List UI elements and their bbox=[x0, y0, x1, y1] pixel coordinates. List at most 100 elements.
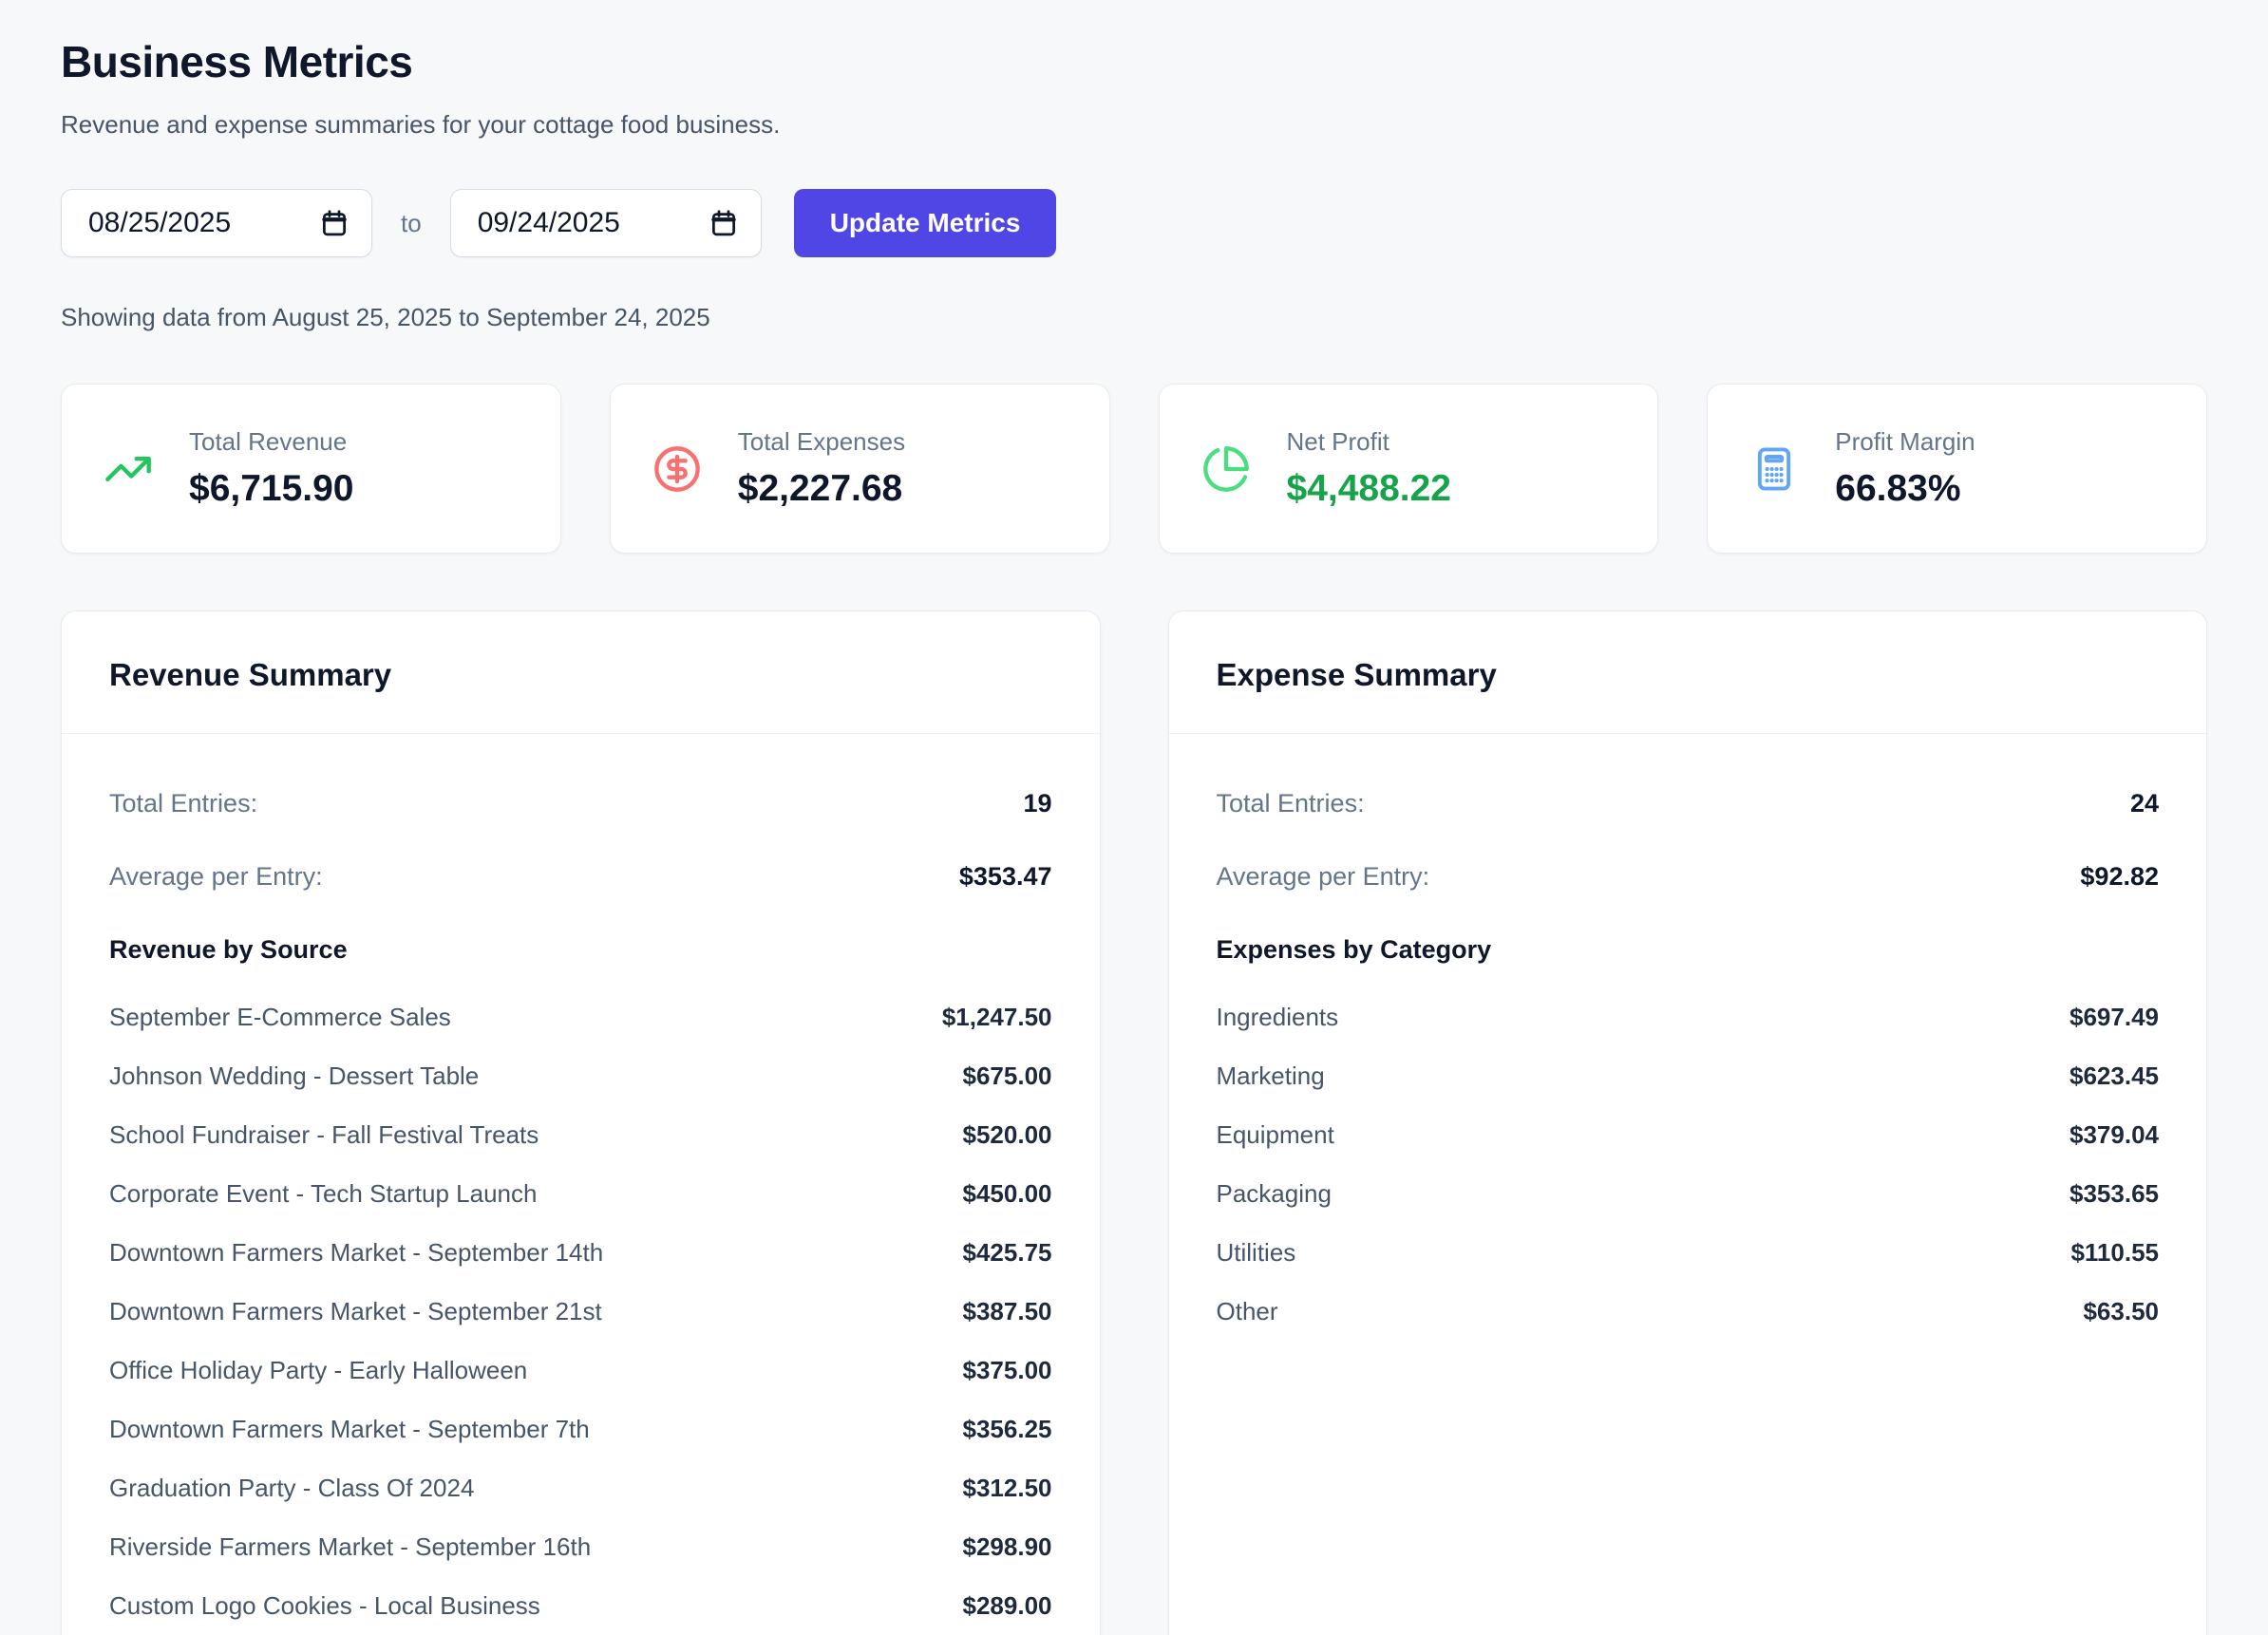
to-label: to bbox=[401, 209, 422, 238]
expenses-by-category-list: Ingredients $697.49 Marketing $623.45 Eq… bbox=[1217, 1003, 2160, 1326]
metric-label: Profit Margin bbox=[1835, 427, 1975, 457]
expense-summary-body: Total Entries: 24 Average per Entry: $92… bbox=[1169, 734, 2207, 1394]
page-title: Business Metrics bbox=[61, 36, 2207, 87]
total-entries-label: Total Entries: bbox=[1217, 789, 1365, 818]
revenue-source-label: Johnson Wedding - Dessert Table bbox=[109, 1062, 479, 1091]
average-per-entry-label: Average per Entry: bbox=[109, 862, 323, 892]
average-per-entry-value: $92.82 bbox=[2080, 862, 2159, 892]
expense-category-row: Other $63.50 bbox=[1217, 1297, 2160, 1326]
calculator-icon bbox=[1749, 444, 1799, 494]
average-per-entry-row: Average per Entry: $92.82 bbox=[1217, 862, 2160, 892]
expense-category-label: Equipment bbox=[1217, 1120, 1334, 1150]
expense-category-value: $697.49 bbox=[2070, 1003, 2159, 1032]
metric-cards-row: Total Revenue $6,715.90 Total Expenses $… bbox=[61, 384, 2207, 554]
revenue-source-value: $298.90 bbox=[963, 1532, 1052, 1562]
metric-value: $2,227.68 bbox=[738, 468, 905, 510]
start-date-field[interactable] bbox=[88, 207, 297, 239]
revenue-source-row: Downtown Farmers Market - September 14th… bbox=[109, 1238, 1052, 1268]
revenue-source-row: September E-Commerce Sales $1,247.50 bbox=[109, 1003, 1052, 1032]
revenue-by-source-list: September E-Commerce Sales $1,247.50 Joh… bbox=[109, 1003, 1052, 1635]
revenue-source-value: $356.25 bbox=[963, 1415, 1052, 1444]
expense-category-label: Ingredients bbox=[1217, 1003, 1339, 1032]
revenue-source-value: $312.50 bbox=[963, 1474, 1052, 1503]
total-expenses-card: Total Expenses $2,227.68 bbox=[610, 384, 1110, 554]
revenue-source-value: $1,247.50 bbox=[942, 1003, 1052, 1032]
revenue-source-label: Custom Logo Cookies - Local Business bbox=[109, 1591, 540, 1621]
expense-category-row: Packaging $353.65 bbox=[1217, 1179, 2160, 1209]
expense-category-label: Packaging bbox=[1217, 1179, 1332, 1209]
expense-summary-header: Expense Summary bbox=[1169, 611, 2207, 734]
total-entries-label: Total Entries: bbox=[109, 789, 257, 818]
calendar-icon[interactable] bbox=[709, 209, 738, 237]
metric-label: Total Expenses bbox=[738, 427, 905, 457]
revenue-source-label: Downtown Farmers Market - September 14th bbox=[109, 1238, 603, 1268]
dollar-circle-icon bbox=[652, 444, 702, 494]
revenue-source-row: Corporate Event - Tech Startup Launch $4… bbox=[109, 1179, 1052, 1209]
business-metrics-page: Business Metrics Revenue and expense sum… bbox=[0, 0, 2268, 1635]
revenue-source-value: $387.50 bbox=[963, 1297, 1052, 1326]
revenue-source-value: $450.00 bbox=[963, 1179, 1052, 1209]
metric-value: $6,715.90 bbox=[189, 468, 354, 510]
revenue-source-value: $675.00 bbox=[963, 1062, 1052, 1091]
revenue-source-row: Downtown Farmers Market - September 7th … bbox=[109, 1415, 1052, 1444]
panel-title: Expense Summary bbox=[1217, 657, 2160, 693]
page-subtitle: Revenue and expense summaries for your c… bbox=[61, 110, 2207, 140]
revenue-source-label: Graduation Party - Class Of 2024 bbox=[109, 1474, 474, 1503]
expense-category-value: $379.04 bbox=[2070, 1120, 2159, 1150]
revenue-source-label: Riverside Farmers Market - September 16t… bbox=[109, 1532, 591, 1562]
expense-category-value: $353.65 bbox=[2070, 1179, 2159, 1209]
end-date-field[interactable] bbox=[478, 207, 687, 239]
revenue-source-row: Johnson Wedding - Dessert Table $675.00 bbox=[109, 1062, 1052, 1091]
revenue-source-row: Downtown Farmers Market - September 21st… bbox=[109, 1297, 1052, 1326]
pie-chart-icon bbox=[1201, 444, 1251, 494]
total-entries-value: 24 bbox=[2130, 789, 2159, 818]
revenue-source-value: $520.00 bbox=[963, 1120, 1052, 1150]
total-revenue-card: Total Revenue $6,715.90 bbox=[61, 384, 561, 554]
revenue-summary-header: Revenue Summary bbox=[62, 611, 1100, 734]
average-per-entry-value: $353.47 bbox=[959, 862, 1052, 892]
summary-panels: Revenue Summary Total Entries: 19 Averag… bbox=[61, 611, 2207, 1635]
revenue-source-label: Downtown Farmers Market - September 21st bbox=[109, 1297, 602, 1326]
total-entries-row: Total Entries: 19 bbox=[109, 789, 1052, 818]
trending-up-icon bbox=[104, 444, 153, 494]
metric-label: Total Revenue bbox=[189, 427, 354, 457]
expense-summary-panel: Expense Summary Total Entries: 24 Averag… bbox=[1168, 611, 2208, 1635]
expense-category-value: $110.55 bbox=[2070, 1238, 2159, 1268]
expense-category-row: Utilities $110.55 bbox=[1217, 1238, 2160, 1268]
date-range-note: Showing data from August 25, 2025 to Sep… bbox=[61, 303, 2207, 332]
revenue-source-value: $289.00 bbox=[963, 1591, 1052, 1621]
update-metrics-button[interactable]: Update Metrics bbox=[794, 189, 1057, 257]
date-range-controls: to Update Metrics bbox=[61, 189, 2207, 257]
revenue-source-value: $425.75 bbox=[963, 1238, 1052, 1268]
expense-category-row: Marketing $623.45 bbox=[1217, 1062, 2160, 1091]
revenue-source-label: September E-Commerce Sales bbox=[109, 1003, 451, 1032]
metric-label: Net Profit bbox=[1287, 427, 1452, 457]
metric-value: $4,488.22 bbox=[1287, 468, 1452, 510]
revenue-source-label: Downtown Farmers Market - September 7th bbox=[109, 1415, 590, 1444]
revenue-source-row: Custom Logo Cookies - Local Business $28… bbox=[109, 1591, 1052, 1621]
revenue-summary-panel: Revenue Summary Total Entries: 19 Averag… bbox=[61, 611, 1101, 1635]
expense-category-row: Equipment $379.04 bbox=[1217, 1120, 2160, 1150]
expense-category-label: Utilities bbox=[1217, 1238, 1296, 1268]
average-per-entry-row: Average per Entry: $353.47 bbox=[109, 862, 1052, 892]
average-per-entry-label: Average per Entry: bbox=[1217, 862, 1430, 892]
revenue-source-label: School Fundraiser - Fall Festival Treats bbox=[109, 1120, 539, 1150]
expense-category-row: Ingredients $697.49 bbox=[1217, 1003, 2160, 1032]
calendar-icon[interactable] bbox=[320, 209, 349, 237]
total-entries-value: 19 bbox=[1023, 789, 1051, 818]
expense-category-value: $623.45 bbox=[2070, 1062, 2159, 1091]
profit-margin-card: Profit Margin 66.83% bbox=[1707, 384, 2207, 554]
revenue-source-row: Office Holiday Party - Early Halloween $… bbox=[109, 1356, 1052, 1385]
metric-value: 66.83% bbox=[1835, 468, 1975, 510]
start-date-input[interactable] bbox=[61, 189, 372, 257]
revenue-source-label: Corporate Event - Tech Startup Launch bbox=[109, 1179, 537, 1209]
expense-category-label: Marketing bbox=[1217, 1062, 1325, 1091]
revenue-source-row: Graduation Party - Class Of 2024 $312.50 bbox=[109, 1474, 1052, 1503]
revenue-source-value: $375.00 bbox=[963, 1356, 1052, 1385]
revenue-by-source-title: Revenue by Source bbox=[109, 935, 1052, 965]
revenue-source-row: School Fundraiser - Fall Festival Treats… bbox=[109, 1120, 1052, 1150]
revenue-summary-body: Total Entries: 19 Average per Entry: $35… bbox=[62, 734, 1100, 1635]
end-date-input[interactable] bbox=[450, 189, 762, 257]
expense-category-value: $63.50 bbox=[2083, 1297, 2159, 1326]
expense-category-label: Other bbox=[1217, 1297, 1278, 1326]
